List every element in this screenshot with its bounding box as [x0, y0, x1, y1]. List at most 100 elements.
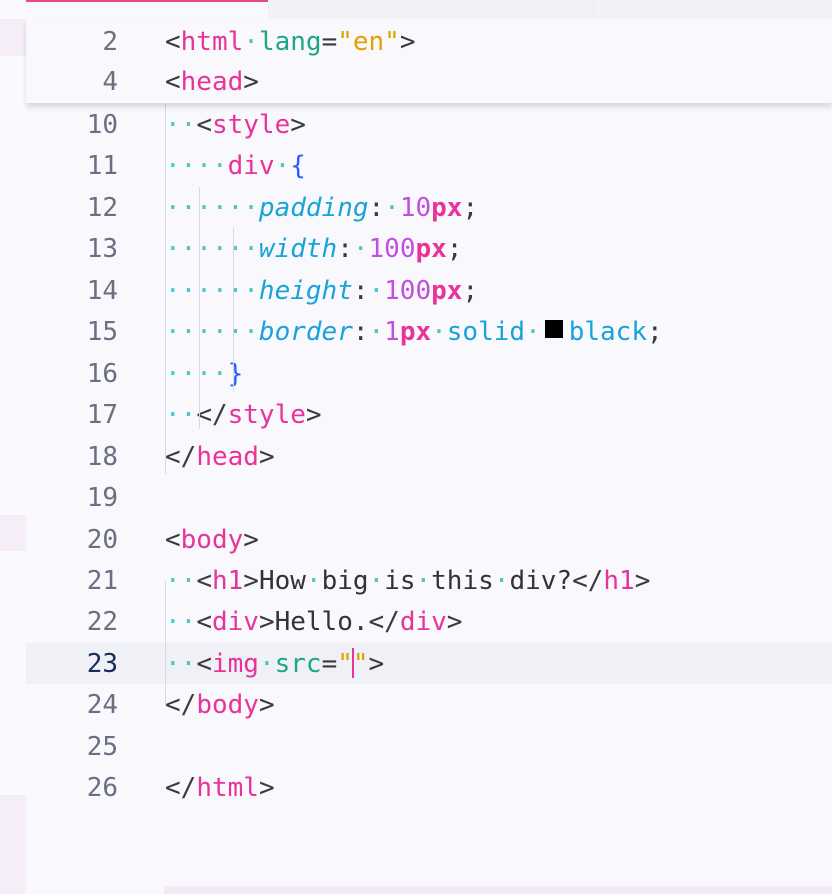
code-line[interactable]: 24 </body> [26, 684, 832, 725]
code-token: </ [165, 441, 197, 472]
line-number: 10 [86, 109, 118, 140]
code-text: ··<h1>How·big·is·this·div?</h1> [165, 566, 650, 596]
indent-whitespace: ···· [165, 358, 228, 389]
code-text: ····} [165, 359, 243, 389]
code-token: px [431, 192, 463, 223]
indent-guide [165, 104, 166, 474]
code-token: Hello. [274, 606, 369, 637]
whitespace-dot: · [431, 316, 447, 347]
code-line[interactable]: 2 <html·lang="en"> [26, 21, 832, 62]
code-text: ····div·{ [165, 151, 306, 181]
code-token: </ [196, 399, 228, 430]
code-token: : [352, 275, 369, 306]
code-text: <body> [165, 525, 259, 555]
code-token: ; [462, 275, 479, 306]
code-line[interactable]: 20 <body> [26, 519, 832, 560]
code-token: > [243, 524, 259, 555]
whitespace-dot: · [368, 275, 385, 306]
line-number: 15 [86, 316, 118, 347]
horizontal-scrollbar[interactable] [164, 886, 832, 894]
code-token: : [337, 233, 353, 264]
code-token: : [368, 192, 385, 223]
line-number: 26 [86, 772, 118, 803]
code-token: html [180, 26, 244, 57]
code-line[interactable]: 26 </html> [26, 767, 832, 808]
code-token: html [196, 772, 259, 803]
code-line[interactable]: 13 ······width:·100px; [26, 228, 832, 269]
line-number: 16 [86, 358, 118, 389]
line-number: 25 [86, 731, 118, 762]
code-text: ··<img·src=""> [165, 648, 384, 679]
code-token: 1 [384, 316, 400, 347]
code-token: px [431, 275, 463, 306]
line-number: 22 [86, 606, 118, 637]
indent-whitespace: ···· [165, 150, 228, 181]
code-token: body [196, 689, 259, 720]
code-line[interactable]: 22 ··<div>Hello.</div> [26, 601, 832, 642]
code-token: < [165, 524, 181, 555]
indent-guide [165, 581, 166, 705]
code-token: } [227, 358, 244, 389]
code-token: h1 [211, 565, 244, 596]
code-line[interactable]: 10 ··<style> [26, 104, 832, 145]
code-line[interactable]: 17 ··</style> [26, 394, 832, 435]
whitespace-dot: · [384, 192, 400, 223]
code-text: ··<div>Hello.</div> [165, 607, 462, 637]
color-swatch[interactable] [544, 319, 563, 338]
tab-active[interactable] [26, 0, 268, 19]
code-editor[interactable]: 10 ··<style> 11 ····div·{12 ······padding:·1… [26, 19, 832, 894]
code-line[interactable]: 25 [26, 726, 832, 767]
code-line[interactable]: 21 ··<h1>How·big·is·this·div?</h1> [26, 560, 832, 601]
code-token: style [211, 109, 291, 140]
code-token: { [290, 150, 306, 181]
code-token: < [196, 649, 212, 679]
code-line[interactable]: 11 ····div·{ [26, 145, 832, 186]
code-token: How [258, 565, 306, 596]
gutter-marker [0, 795, 26, 894]
code-token: head [180, 66, 244, 97]
indent-whitespace: ······ [165, 233, 259, 264]
code-token: div? [509, 565, 573, 596]
code-text: ······border:·1px·solid· black; [165, 317, 663, 347]
code-line[interactable]: 14 ······height:·100px; [26, 270, 832, 311]
code-token: ; [446, 233, 463, 264]
line-number: 2 [102, 26, 118, 57]
code-line[interactable]: 4 <head> [26, 61, 832, 102]
code-token: head [196, 441, 259, 472]
code-line[interactable]: 15 ······border:·1px·solid· black; [26, 311, 832, 352]
line-number: 12 [86, 192, 118, 223]
code-token: black [568, 316, 647, 347]
line-number: 19 [86, 482, 118, 513]
code-token: ; [647, 316, 663, 347]
code-token: "en" [337, 26, 400, 57]
code-token: solid [446, 316, 526, 347]
code-line[interactable]: 23 ··<img·src=""> [26, 643, 832, 684]
sticky-scroll-header[interactable]: 2 <html·lang="en"> 4 <head> [26, 19, 832, 103]
code-token: < [196, 109, 212, 140]
code-token: body [180, 524, 244, 555]
code-token: padding [258, 192, 369, 223]
code-token: > [305, 399, 322, 430]
code-token: " [352, 649, 369, 679]
line-number: 18 [86, 441, 118, 472]
code-line[interactable]: 12 ······padding:·10px; [26, 187, 832, 228]
code-token: is [384, 565, 416, 596]
whitespace-dot: · [493, 565, 510, 596]
code-text: ······padding:·10px; [165, 193, 478, 223]
indent-guide [199, 187, 200, 429]
line-number: 21 [86, 565, 118, 596]
code-text: </html> [165, 773, 275, 803]
line-number: 11 [86, 150, 118, 181]
code-line[interactable]: 19 [26, 477, 832, 518]
code-token: height [258, 275, 353, 306]
code-token: : [352, 316, 369, 347]
code-line[interactable]: 16 ····} [26, 353, 832, 394]
code-line[interactable]: 18 </head> [26, 436, 832, 477]
code-token: < [165, 66, 181, 97]
indent-whitespace: ······ [165, 316, 259, 347]
code-token: div [211, 606, 259, 637]
code-token: > [258, 689, 275, 720]
code-token: 100 [368, 233, 416, 264]
code-token: " [337, 649, 353, 679]
code-text: </head> [165, 442, 275, 472]
